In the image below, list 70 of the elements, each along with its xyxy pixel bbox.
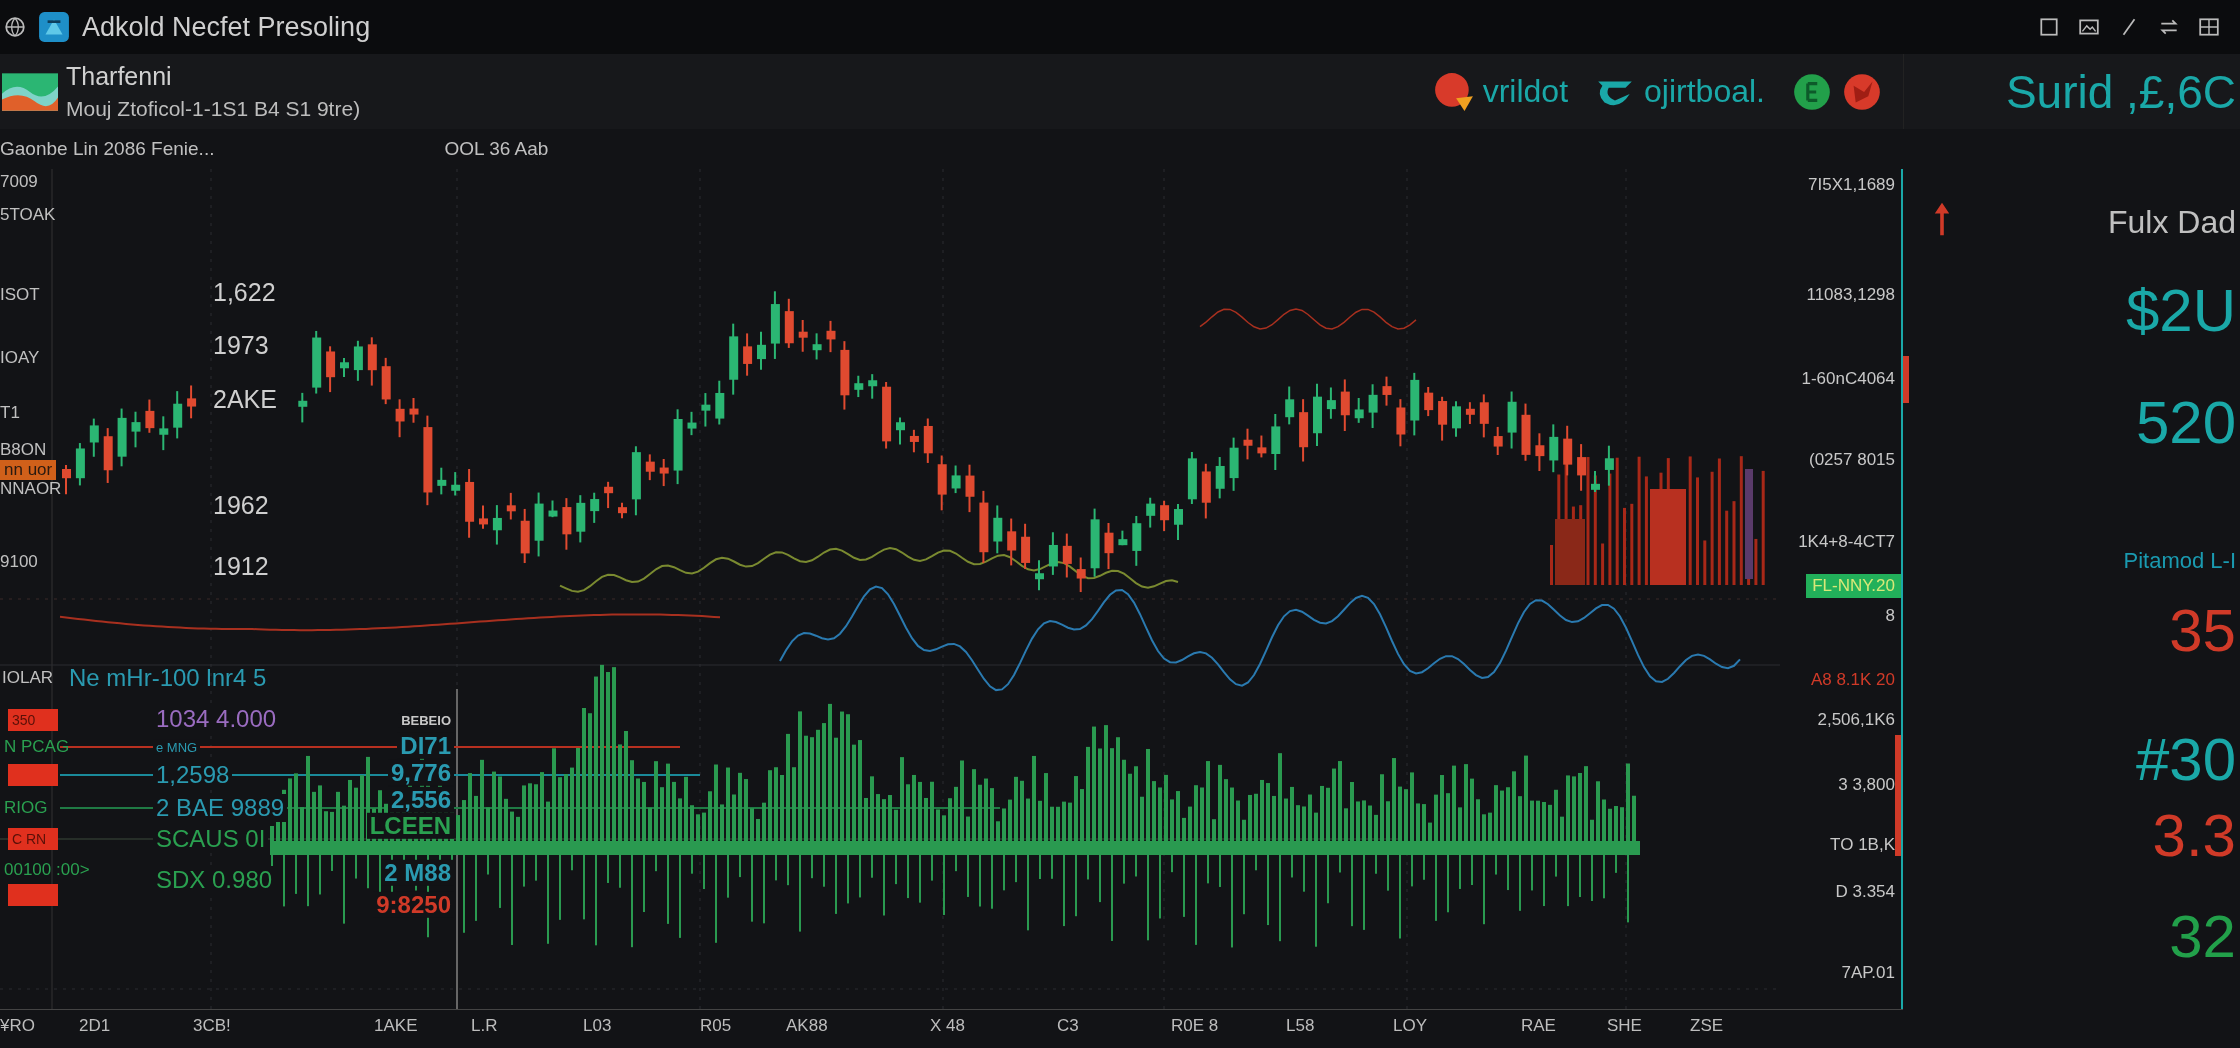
window-title: Adkold Necfet Presoling xyxy=(82,11,371,43)
axis-label: T1 xyxy=(0,403,20,423)
axis-label: TO 1B,K xyxy=(1830,835,1895,855)
stat-value: $2U xyxy=(2125,275,2236,345)
value-badge: C RN xyxy=(8,828,58,850)
ticker-price: Surid ,£,6C xyxy=(2005,64,2236,119)
instrument-subtitle: Mouj Ztoficol-1-1S1 B4 S1 9tre) xyxy=(66,97,361,121)
axis-label: 8 xyxy=(1885,606,1895,626)
axis-label: 1-60nC4064 xyxy=(1801,369,1895,389)
axis-label: IOAY xyxy=(0,348,40,368)
series-label: 00100 :00> xyxy=(4,860,90,880)
series-label: RIOG xyxy=(4,798,48,818)
axis-label: 11083,1298 xyxy=(1806,285,1895,305)
axis-label: NNAOR xyxy=(0,479,62,499)
price-label: 2AKE xyxy=(212,384,278,414)
axis-label: B8ON xyxy=(0,440,47,460)
time-label: 1AKE xyxy=(374,1016,418,1036)
stat-value: 520 xyxy=(2135,387,2236,457)
axis-label: 9100 xyxy=(0,552,38,572)
time-label: L58 xyxy=(1286,1016,1315,1036)
time-label: LOY xyxy=(1393,1016,1428,1036)
time-label: ¥RO xyxy=(0,1016,35,1036)
time-label: 2D1 xyxy=(79,1016,111,1036)
time-label: ZSE xyxy=(1690,1016,1724,1036)
time-label: 3CB! xyxy=(193,1016,231,1036)
time-label: R0E 8 xyxy=(1171,1016,1219,1036)
chart-info: Gaonbe Lin 2086 Fenie... xyxy=(0,138,215,160)
price-label: 1,622 xyxy=(212,277,277,307)
axis-label: 7AP.01 xyxy=(1841,963,1895,983)
price-badge: nn uor xyxy=(0,460,57,480)
brand-name: vrildot xyxy=(1482,73,1569,110)
chart-info: OOL 36 Aab xyxy=(444,138,549,160)
axis-label: 5TOAK xyxy=(0,205,56,225)
time-label: RAE xyxy=(1521,1016,1556,1036)
series-value: 2,556 xyxy=(387,786,454,814)
series-value: 2 BAE 9889 xyxy=(153,794,288,822)
time-label: L.R xyxy=(471,1016,498,1036)
stat-label: Pitamod L-I xyxy=(2123,548,2236,574)
panel-caption: Fulx Dad xyxy=(2107,203,2236,241)
axis-label: (0257 8015 xyxy=(1808,450,1895,470)
time-label: L03 xyxy=(583,1016,612,1036)
axis-label: 1K4+8-4CT7 xyxy=(1798,532,1895,552)
series-label: N PCAG xyxy=(4,737,70,757)
time-label: AK88 xyxy=(786,1016,828,1036)
stat-value: #30 xyxy=(2135,724,2236,794)
time-label: R05 xyxy=(700,1016,732,1036)
stat-value: 35 xyxy=(2169,595,2236,665)
stat-value: 32 xyxy=(2169,901,2236,971)
time-label: X 48 xyxy=(930,1016,965,1036)
value-badge: 350 xyxy=(8,709,58,731)
axis-label: A8 8.1K 20 xyxy=(1810,670,1895,690)
price-label: 1962 xyxy=(212,490,270,520)
price-label: 1912 xyxy=(212,551,270,581)
time-label: SHE xyxy=(1607,1016,1642,1036)
brand-name: ojirtboal. xyxy=(1644,73,1765,110)
axis-label: ISOT xyxy=(0,285,40,305)
series-value: 9,776 xyxy=(387,759,454,787)
current-price-badge: FL-NNY.20 xyxy=(1806,574,1901,598)
time-label: C3 xyxy=(1057,1016,1079,1036)
instrument-name: Tharfenni xyxy=(66,62,173,91)
indicator-title: Ne mHr-100 lnr4 5 xyxy=(69,664,267,692)
stat-value: 3.3 xyxy=(2152,800,2236,870)
axis-label: 7I5X1,1689 xyxy=(1808,175,1895,195)
axis-label: 3 3,800 xyxy=(1838,775,1895,795)
indicator-label: IOLAR xyxy=(2,668,54,688)
price-label: 1973 xyxy=(212,330,270,360)
axis-label: D 3.354 xyxy=(1835,882,1895,902)
series-value: 1,2598 xyxy=(153,761,233,789)
axis-label: 2,506,1K6 xyxy=(1817,710,1895,730)
axis-label: 7009 xyxy=(0,172,38,192)
